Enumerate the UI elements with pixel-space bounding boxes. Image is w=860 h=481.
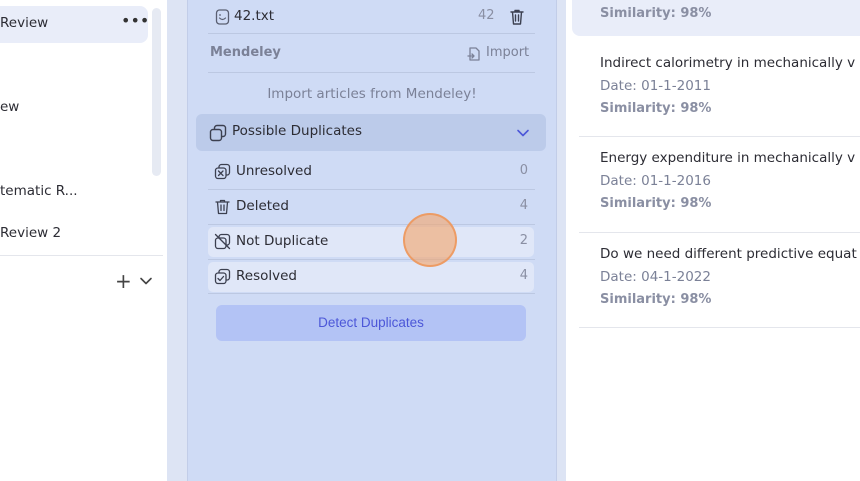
- resolved-icon: [214, 268, 231, 285]
- trash-icon: [214, 198, 231, 215]
- trash-icon[interactable]: [509, 8, 525, 26]
- cursor-indicator: [403, 213, 457, 267]
- divider: [208, 293, 535, 294]
- status-label: Deleted: [236, 198, 289, 214]
- possible-duplicates-title: Possible Duplicates: [232, 123, 363, 139]
- divider: [208, 224, 535, 225]
- status-not-duplicate[interactable]: Not Duplicate 2: [208, 227, 534, 257]
- divider: [579, 232, 860, 233]
- import-label: Import: [486, 45, 530, 60]
- file-name: 42.txt: [234, 8, 275, 24]
- divider: [579, 136, 860, 137]
- import-icon: [466, 46, 482, 62]
- article-date: Date: 01-1-2016: [600, 173, 711, 189]
- status-unresolved[interactable]: Unresolved 0: [208, 157, 534, 187]
- divider: [208, 33, 535, 34]
- status-count: 4: [519, 268, 528, 283]
- sidebar-divider: [0, 255, 163, 256]
- article-date: Date: 04-1-2022: [600, 269, 711, 285]
- status-label: Unresolved: [236, 163, 312, 179]
- sidebar-scrollbar[interactable]: [152, 8, 161, 176]
- article-date: Date: 01-1-2011: [600, 78, 711, 94]
- not-duplicate-icon: [214, 233, 231, 250]
- import-hint-text: Import articles from Mendeley!: [267, 86, 477, 102]
- status-count: 0: [519, 163, 528, 178]
- article-similarity: Similarity: 98%: [600, 101, 712, 116]
- status-deleted[interactable]: Deleted 4: [208, 192, 534, 222]
- detect-duplicates-button[interactable]: Detect Duplicates: [216, 305, 526, 341]
- article-similarity: Similarity: 98%: [600, 6, 712, 21]
- sidebar-item-review-2[interactable]: ew: [0, 99, 19, 115]
- mendeley-label: Mendeley: [210, 45, 281, 60]
- article-list: [566, 0, 860, 481]
- file-row[interactable]: 42.txt 42: [215, 5, 535, 33]
- divider: [208, 259, 535, 260]
- add-icon[interactable]: +: [115, 271, 132, 291]
- article-card-selected[interactable]: Similarity: 98%: [572, 0, 860, 36]
- status-label: Not Duplicate: [236, 233, 329, 249]
- article-title: Indirect calorimetry in mechanically v: [600, 55, 856, 71]
- possible-duplicates-header[interactable]: Possible Duplicates: [196, 114, 546, 151]
- divider: [208, 72, 535, 73]
- duplicate-icon: [209, 124, 227, 142]
- sidebar-item-systematic-review[interactable]: tematic R...: [0, 183, 78, 199]
- file-count: 42: [478, 8, 495, 23]
- status-resolved[interactable]: Resolved 4: [208, 262, 534, 292]
- article-similarity: Similarity: 98%: [600, 196, 712, 211]
- status-label: Resolved: [236, 268, 297, 284]
- divider: [579, 327, 860, 328]
- more-options-icon[interactable]: •••: [121, 13, 149, 29]
- status-count: 2: [519, 233, 528, 248]
- chevron-down-icon[interactable]: [516, 126, 530, 140]
- sidebar: Review ••• ew tematic R... Review 2 +: [0, 0, 167, 481]
- article-title: Do we need different predictive equat: [600, 246, 857, 262]
- file-icon: [215, 9, 230, 25]
- article-title: Energy expenditure in mechanically v: [600, 150, 856, 166]
- divider: [208, 189, 535, 190]
- unresolved-icon: [214, 163, 231, 180]
- sidebar-item-review-3[interactable]: Review 2: [0, 225, 61, 241]
- chevron-down-icon[interactable]: [139, 274, 153, 288]
- sidebar-item-review[interactable]: Review: [0, 15, 48, 31]
- status-count: 4: [519, 198, 528, 213]
- article-similarity: Similarity: 98%: [600, 292, 712, 307]
